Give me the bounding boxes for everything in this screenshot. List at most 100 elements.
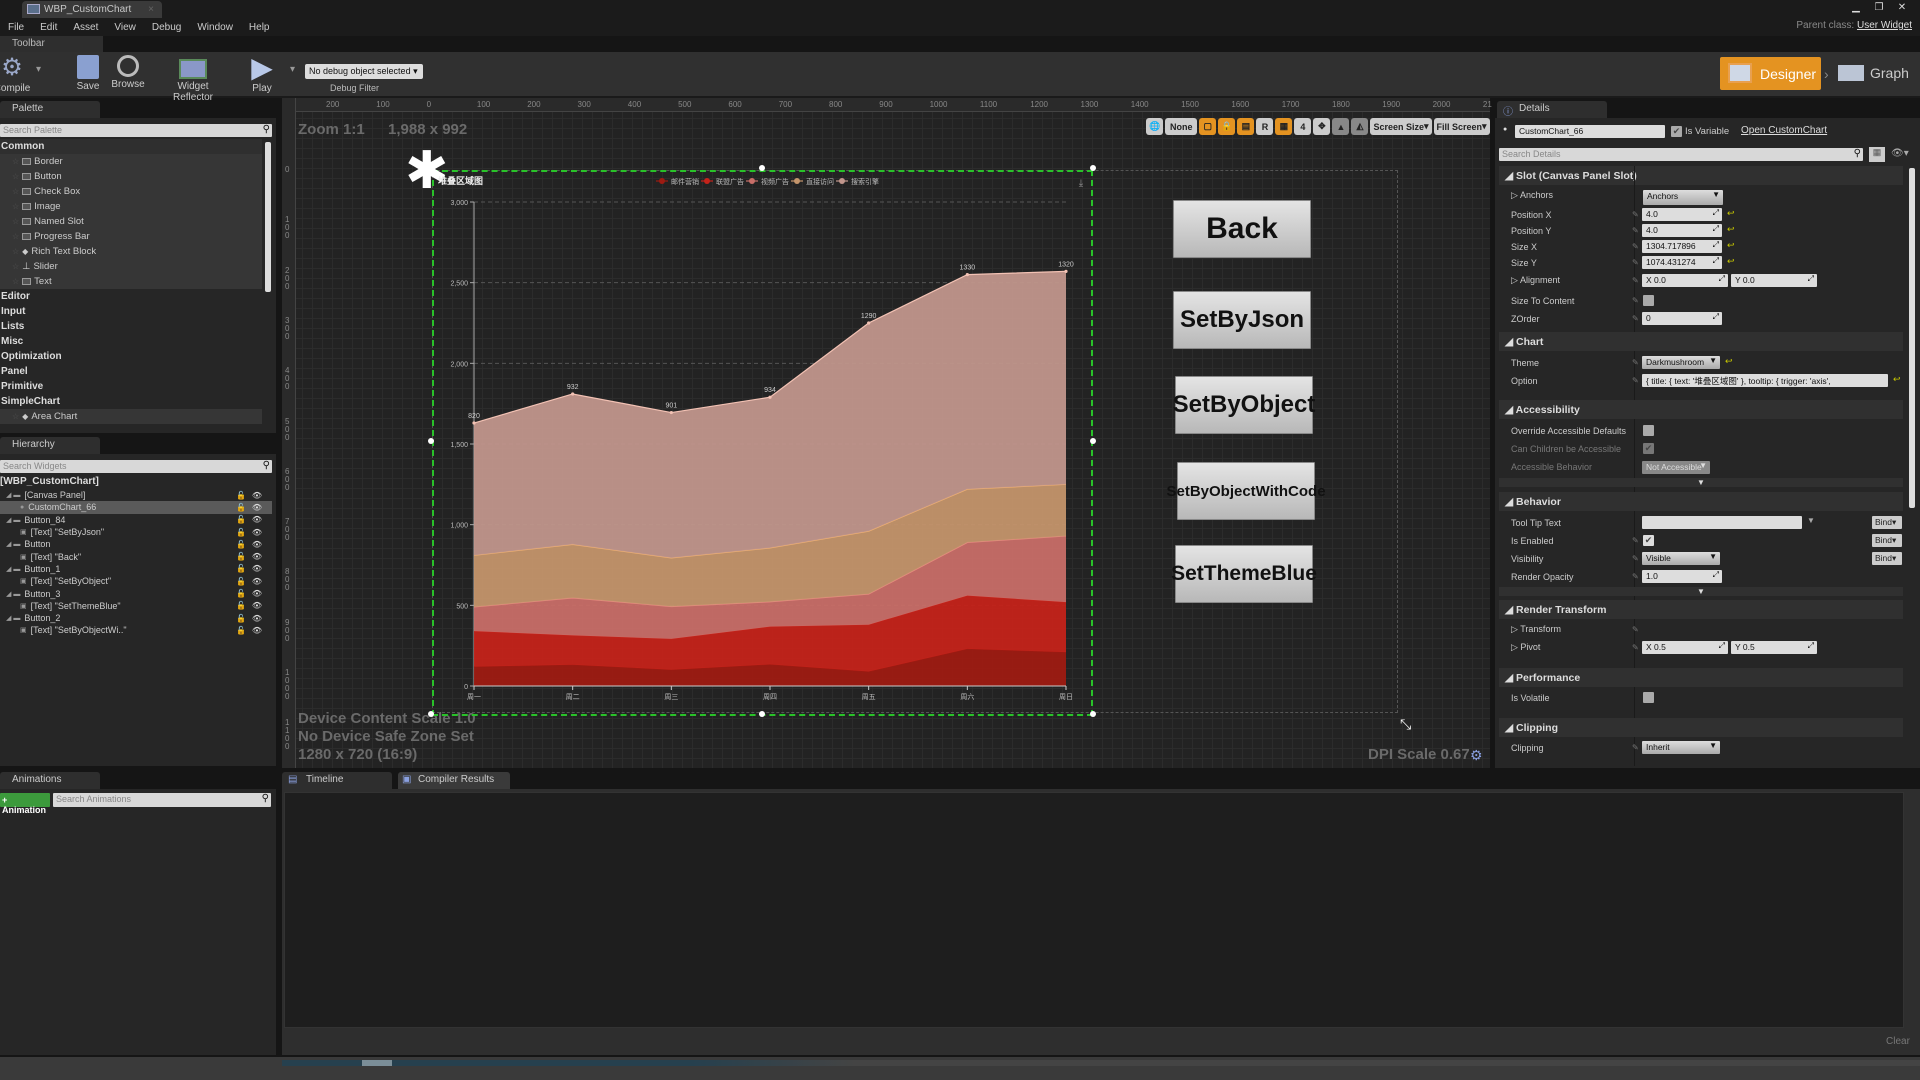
grid-snap-toggle[interactable]: ▦ xyxy=(1275,118,1293,135)
menu-window[interactable]: Window xyxy=(189,22,241,33)
visibility-eye-icon[interactable]: 👁 xyxy=(252,601,262,610)
is-volatile-checkbox[interactable] xyxy=(1643,692,1654,703)
flip-icon[interactable]: ◭ xyxy=(1351,118,1369,135)
palette-category-primitive[interactable]: Primitive xyxy=(0,379,262,394)
minimize-button[interactable]: ▁ xyxy=(1846,1,1866,14)
bind-pin-icon[interactable]: ✎ xyxy=(1632,625,1639,634)
background-image-icon[interactable]: ▲ xyxy=(1332,118,1350,135)
favorite-star-icon[interactable]: ☆ xyxy=(12,412,19,421)
reset-arrow-icon[interactable]: ↩ xyxy=(1727,208,1735,219)
hierarchy-row[interactable]: ▣ [Text] "Back" 🔓 👁 xyxy=(0,550,272,562)
hierarchy-row[interactable]: ◢ ▬ Button_2 🔓 👁 xyxy=(0,612,272,624)
hierarchy-row[interactable]: ◢ ▬ Button_1 🔓 👁 xyxy=(0,563,272,575)
outline-toggle[interactable]: ▢ xyxy=(1199,118,1217,135)
section-chart[interactable]: ◢ Chart xyxy=(1499,332,1903,351)
palette-category-misc[interactable]: Misc xyxy=(0,334,262,349)
visibility-eye-icon[interactable]: 👁 xyxy=(252,540,262,549)
resize-handle-top-right[interactable] xyxy=(1090,165,1096,171)
screen-size-dropdown[interactable]: Screen Size ▾ xyxy=(1370,118,1432,135)
open-customchart-link[interactable]: Open CustomChart xyxy=(1741,125,1827,136)
expand-arrow-icon[interactable]: ◢ ▬ xyxy=(6,565,20,573)
bind-pin-icon[interactable]: ✎ xyxy=(1632,536,1639,545)
lock-toggle[interactable]: 🔒 xyxy=(1218,118,1236,135)
section-accessibility[interactable]: ◢ Accessibility xyxy=(1499,400,1903,419)
tooltip-bind-button[interactable]: Bind▾ xyxy=(1872,516,1902,529)
bind-pin-icon[interactable]: ✎ xyxy=(1632,258,1639,267)
tooltip-options-chevron-icon[interactable]: ▼ xyxy=(1807,516,1815,525)
set-by-json-button[interactable]: SetByJson xyxy=(1173,291,1311,349)
clipping-dropdown[interactable]: Inherit ▼ xyxy=(1642,741,1720,754)
hierarchy-row[interactable]: ● CustomChart_66 🔓 👁 xyxy=(0,501,272,514)
position-x-input[interactable]: 4.0 ⤢ xyxy=(1642,208,1722,221)
set-by-object-button[interactable]: SetByObject xyxy=(1173,376,1315,434)
bind-pin-icon[interactable]: ✎ xyxy=(1632,554,1639,563)
favorite-star-icon[interactable]: ☆ xyxy=(12,187,19,196)
palette-item-text[interactable]: ☆ Text xyxy=(0,274,262,289)
hierarchy-row[interactable]: ▣ [Text] "SetByObjectWi.." 🔓 👁 xyxy=(0,624,272,636)
visibility-eye-icon[interactable]: 👁 xyxy=(252,528,262,537)
favorite-star-icon[interactable]: ☆ xyxy=(12,157,19,166)
lock-icon[interactable]: 🔓 xyxy=(236,540,246,549)
is-enabled-checkbox[interactable]: ✔ xyxy=(1643,535,1654,546)
bind-pin-icon[interactable]: ✎ xyxy=(1632,314,1639,323)
is-variable-checkbox[interactable]: ✔ xyxy=(1671,126,1682,137)
bind-pin-icon[interactable]: ✎ xyxy=(1632,242,1639,251)
respect-locks-toggle[interactable]: R xyxy=(1256,118,1274,135)
reset-arrow-icon[interactable]: ↩ xyxy=(1727,224,1735,235)
expand-arrow-icon[interactable]: ▷ xyxy=(1511,624,1520,634)
hierarchy-search-input[interactable]: Search Widgets ⚲ xyxy=(0,460,272,473)
expand-arrow-icon[interactable]: ◢ ▬ xyxy=(6,491,20,499)
palette-category-common[interactable]: Common xyxy=(0,139,262,154)
animations-search-input[interactable]: Search Animations ⚲ xyxy=(53,793,271,807)
play-options-dropdown[interactable]: ▾ xyxy=(290,64,295,75)
section-performance[interactable]: ◢ Performance xyxy=(1499,668,1903,687)
menu-asset[interactable]: Asset xyxy=(65,22,106,33)
menu-view[interactable]: View xyxy=(106,22,144,33)
section-clipping[interactable]: ◢ Clipping xyxy=(1499,718,1903,737)
reset-arrow-icon[interactable]: ↩ xyxy=(1725,356,1733,367)
fill-screen-dropdown[interactable]: Fill Screen ▾ xyxy=(1433,118,1490,135)
hierarchy-row[interactable]: ▣ [Text] "SetThemeBlue" 🔓 👁 xyxy=(0,600,272,612)
property-matrix-icon[interactable]: ▦ xyxy=(1869,147,1885,162)
palette-category-editor[interactable]: Editor xyxy=(0,289,262,304)
layout-toggle[interactable]: ▤ xyxy=(1237,118,1255,135)
hierarchy-row[interactable]: ◢ ▬ Button_3 🔓 👁 xyxy=(0,587,272,599)
zorder-input[interactable]: 0 ⤢ xyxy=(1642,312,1722,325)
expand-arrow-icon[interactable]: ◢ ▬ xyxy=(6,590,20,598)
widget-name-input[interactable]: CustomChart_66 xyxy=(1515,125,1665,138)
position-y-input[interactable]: 4.0 ⤢ xyxy=(1642,224,1722,237)
hierarchy-row[interactable]: ◢ ▬ Button 🔓 👁 xyxy=(0,538,272,550)
visibility-eye-icon[interactable]: 👁 xyxy=(252,564,262,573)
transform-icon[interactable]: ✥ xyxy=(1313,118,1331,135)
show-advanced-button[interactable]: ▼ xyxy=(1499,587,1903,596)
hierarchy-row[interactable]: ▣ [Text] "SetByObject" 🔓 👁 xyxy=(0,575,272,587)
palette-item-check-box[interactable]: ☆ Check Box xyxy=(0,184,262,199)
alignment-x-input[interactable]: X 0.0 ⤢ xyxy=(1642,274,1728,287)
favorite-star-icon[interactable]: ☆ xyxy=(12,262,19,271)
lock-icon[interactable]: 🔓 xyxy=(236,601,246,610)
bind-pin-icon[interactable]: ✎ xyxy=(1632,743,1639,752)
bind-pin-icon[interactable]: ✎ xyxy=(1632,226,1639,235)
override-accessible-checkbox[interactable] xyxy=(1643,425,1654,436)
hierarchy-row[interactable]: ◢ ▬ Button_84 🔓 👁 xyxy=(0,514,272,526)
expand-arrow-icon[interactable]: ◢ ▬ xyxy=(6,614,20,622)
bind-pin-icon[interactable]: ✎ xyxy=(1632,296,1639,305)
bind-pin-icon[interactable]: ✎ xyxy=(1632,276,1639,285)
favorite-star-icon[interactable]: ☆ xyxy=(12,217,19,226)
set-theme-blue-button[interactable]: SetThemeBlue xyxy=(1171,545,1317,603)
close-tab-icon[interactable]: × xyxy=(148,4,154,15)
animations-tab[interactable]: Animations xyxy=(0,772,100,789)
bind-pin-icon[interactable]: ✎ xyxy=(1632,572,1639,581)
tooltip-text-input[interactable] xyxy=(1642,516,1802,529)
palette-item-slider[interactable]: ☆ ⊥ Slider xyxy=(0,259,262,274)
favorite-star-icon[interactable]: ☆ xyxy=(12,172,19,181)
palette-item-border[interactable]: ☆ Border xyxy=(0,154,262,169)
show-advanced-button[interactable]: ▼ xyxy=(1499,478,1903,487)
lock-icon[interactable]: 🔓 xyxy=(236,515,246,524)
palette-item-area-chart[interactable]: ☆ ◆ Area Chart xyxy=(0,409,262,424)
visibility-eye-icon[interactable]: 👁 xyxy=(252,626,262,635)
visibility-eye-icon[interactable]: 👁 xyxy=(252,577,262,586)
palette-category-simplechart[interactable]: SimpleChart xyxy=(0,394,262,409)
hierarchy-tab[interactable]: Hierarchy xyxy=(0,437,100,454)
expand-arrow-icon[interactable]: ▷ xyxy=(1511,642,1520,652)
